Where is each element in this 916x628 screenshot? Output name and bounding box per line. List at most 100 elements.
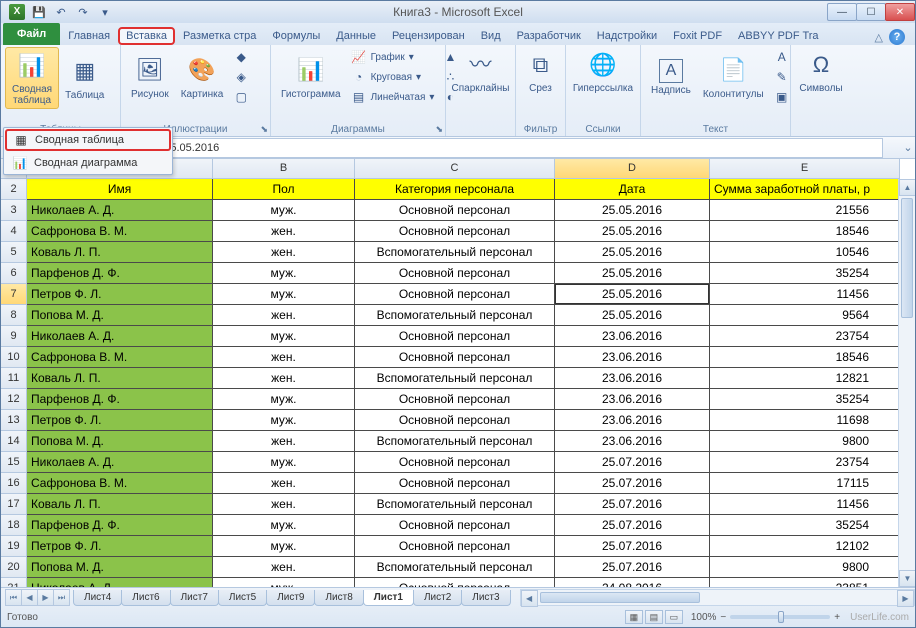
cell[interactable]: Попова М. Д. xyxy=(27,431,213,452)
cell[interactable]: Основной персонал xyxy=(355,284,555,305)
zoom-in-icon[interactable]: + xyxy=(834,612,840,623)
row-header[interactable]: 8 xyxy=(1,305,27,326)
row-header[interactable]: 11 xyxy=(1,368,27,389)
row-header[interactable]: 7 xyxy=(1,284,27,305)
row-header[interactable]: 16 xyxy=(1,473,27,494)
cell[interactable]: Основной персонал xyxy=(355,389,555,410)
smartart-icon[interactable]: ◈ xyxy=(233,69,249,85)
minimize-button[interactable]: — xyxy=(827,3,857,21)
cell[interactable]: 25.05.2016 xyxy=(555,200,710,221)
cell[interactable]: муж. xyxy=(213,578,355,587)
cell[interactable]: Николаев А. Д. xyxy=(27,452,213,473)
headerfooter-button[interactable]: 📄 Колонтитулы xyxy=(697,47,770,107)
cell[interactable]: Попова М. Д. xyxy=(27,305,213,326)
column-chart-button[interactable]: 📊 Гистограмма xyxy=(275,47,347,107)
cell[interactable]: 25.05.2016 xyxy=(555,305,710,326)
redo-icon[interactable]: ↷ xyxy=(75,4,91,20)
object-icon[interactable]: ▣ xyxy=(774,89,790,105)
cell[interactable]: Основной персонал xyxy=(355,473,555,494)
cell[interactable]: Петров Ф. Л. xyxy=(27,536,213,557)
cell[interactable]: Основной персонал xyxy=(355,200,555,221)
row-header[interactable]: 10 xyxy=(1,347,27,368)
cell[interactable]: Коваль Л. П. xyxy=(27,242,213,263)
cell[interactable]: 25.07.2016 xyxy=(555,536,710,557)
cell[interactable]: 23754 xyxy=(710,452,900,473)
cell[interactable]: 35254 xyxy=(710,389,900,410)
tab-layout[interactable]: Разметка стра xyxy=(175,27,264,45)
row-header[interactable]: 18 xyxy=(1,515,27,536)
illustrations-launcher-icon[interactable]: ⬊ xyxy=(260,124,268,135)
cell[interactable]: Сафронова В. М. xyxy=(27,221,213,242)
row-header[interactable]: 5 xyxy=(1,242,27,263)
column-header-E[interactable]: E xyxy=(710,159,900,179)
cell[interactable]: Вспомогательный персонал xyxy=(355,368,555,389)
maximize-button[interactable]: ☐ xyxy=(856,3,886,21)
vertical-scrollbar[interactable]: ▲ ▼ xyxy=(898,179,915,587)
cell[interactable]: 23.06.2016 xyxy=(555,389,710,410)
vscroll-thumb[interactable] xyxy=(901,198,913,318)
cell[interactable]: 23851 xyxy=(710,578,900,587)
help-icon[interactable]: ? xyxy=(889,29,905,45)
cell[interactable]: 25.07.2016 xyxy=(555,452,710,473)
signature-icon[interactable]: ✎ xyxy=(774,69,790,85)
cell[interactable]: Николаев А. Д. xyxy=(27,200,213,221)
tab-abbyy[interactable]: ABBYY PDF Tra xyxy=(730,27,827,45)
cell[interactable]: 23.06.2016 xyxy=(555,431,710,452)
sheet-tab[interactable]: Лист6 xyxy=(121,590,170,606)
tab-developer[interactable]: Разработчик xyxy=(509,27,589,45)
cell[interactable]: 23.06.2016 xyxy=(555,326,710,347)
cell[interactable]: 9800 xyxy=(710,557,900,578)
picture-button[interactable]: 🖼 Рисунок xyxy=(125,47,175,107)
row-header[interactable]: 19 xyxy=(1,536,27,557)
zoom-slider[interactable] xyxy=(730,615,830,619)
cell[interactable]: 18546 xyxy=(710,347,900,368)
tab-home[interactable]: Главная xyxy=(60,27,118,45)
column-header-B[interactable]: B xyxy=(213,159,355,179)
cell[interactable]: Вспомогательный персонал xyxy=(355,242,555,263)
tab-review[interactable]: Рецензирован xyxy=(384,27,473,45)
tab-addins[interactable]: Надстройки xyxy=(589,27,665,45)
view-pagebreak-icon[interactable]: ▭ xyxy=(665,610,683,624)
cell[interactable]: 25.07.2016 xyxy=(555,557,710,578)
cell[interactable]: Вспомогательный персонал xyxy=(355,305,555,326)
pie-chart-button[interactable]: ◔Круговая ▾ xyxy=(351,69,435,85)
row-header[interactable]: 20 xyxy=(1,557,27,578)
cell[interactable]: жен. xyxy=(213,221,355,242)
screenshot-icon[interactable]: ▢ xyxy=(233,89,249,105)
view-normal-icon[interactable]: ▦ xyxy=(625,610,643,624)
cell[interactable]: 23.06.2016 xyxy=(555,347,710,368)
charts-launcher-icon[interactable]: ⬊ xyxy=(435,124,443,135)
line-chart-button[interactable]: 📈График ▾ xyxy=(351,49,435,65)
cell[interactable]: 9800 xyxy=(710,431,900,452)
cell[interactable]: жен. xyxy=(213,242,355,263)
scroll-down-icon[interactable]: ▼ xyxy=(899,570,915,587)
tab-data[interactable]: Данные xyxy=(328,27,384,45)
hscroll-thumb[interactable] xyxy=(540,592,700,603)
cell[interactable]: Дата xyxy=(555,179,710,200)
cell[interactable]: Имя xyxy=(27,179,213,200)
sheet-nav-prev-icon[interactable]: ◀ xyxy=(21,589,38,606)
tab-file[interactable]: Файл xyxy=(3,23,60,45)
cell[interactable]: 10546 xyxy=(710,242,900,263)
cell[interactable]: 23754 xyxy=(710,326,900,347)
cell[interactable]: муж. xyxy=(213,200,355,221)
sheet-tab[interactable]: Лист9 xyxy=(266,590,315,606)
hyperlink-button[interactable]: 🌐 Гиперссылка xyxy=(570,47,636,96)
formula-bar-expand-icon[interactable]: ⌄ xyxy=(901,141,915,154)
row-header[interactable]: 2 xyxy=(1,179,27,200)
cell[interactable]: 23.06.2016 xyxy=(555,368,710,389)
cell[interactable]: Основной персонал xyxy=(355,536,555,557)
cell[interactable]: Сафронова В. М. xyxy=(27,473,213,494)
cell[interactable]: жен. xyxy=(213,305,355,326)
cell[interactable]: 25.07.2016 xyxy=(555,494,710,515)
row-header[interactable]: 17 xyxy=(1,494,27,515)
cell[interactable]: 25.07.2016 xyxy=(555,473,710,494)
table-button[interactable]: ▦ Таблица xyxy=(59,47,110,109)
undo-icon[interactable]: ↶ xyxy=(53,4,69,20)
sheet-tab[interactable]: Лист4 xyxy=(73,590,122,606)
scroll-left-icon[interactable]: ◀ xyxy=(521,590,538,607)
cell[interactable]: Парфенов Д. Ф. xyxy=(27,515,213,536)
cell[interactable]: 24.08.2016 xyxy=(555,578,710,587)
cell[interactable]: 17115 xyxy=(710,473,900,494)
cell[interactable]: муж. xyxy=(213,536,355,557)
